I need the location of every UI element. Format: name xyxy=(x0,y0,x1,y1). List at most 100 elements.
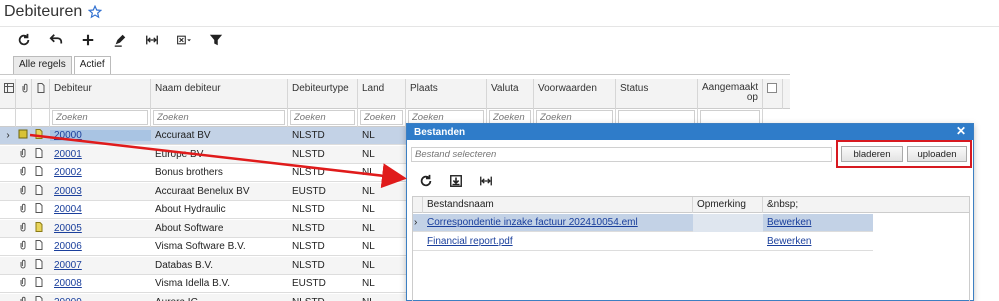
upload-button[interactable]: uploaden xyxy=(907,146,967,162)
debiteur-link[interactable]: 20002 xyxy=(50,167,151,178)
document-icon[interactable] xyxy=(32,221,50,235)
close-icon[interactable]: ✕ xyxy=(955,125,967,138)
land-cell: NL xyxy=(362,278,375,289)
files-table: Bestandsnaam Opmerking &nbsp; › Correspon… xyxy=(412,196,970,301)
debiteur-link[interactable]: 20001 xyxy=(50,149,151,160)
filter-debiteur-input[interactable] xyxy=(52,109,148,125)
paperclip-icon[interactable] xyxy=(16,185,32,198)
edit-link[interactable]: Bewerken xyxy=(763,217,873,228)
select-all-checkbox[interactable] xyxy=(763,79,783,109)
land-cell: NL xyxy=(362,259,375,271)
debiteur-link[interactable]: 20009 xyxy=(50,297,151,301)
tab-bar: Alle regels Actief xyxy=(0,56,113,74)
paperclip-icon[interactable] xyxy=(16,277,32,290)
document-icon[interactable] xyxy=(32,277,50,290)
debiteur-link[interactable]: 20003 xyxy=(50,186,151,197)
naam-cell: Visma Software B.V. xyxy=(155,241,246,252)
file-remark-cell xyxy=(693,213,763,232)
dialog-refresh-button[interactable] xyxy=(411,170,441,192)
type-cell: EUSTD xyxy=(292,278,326,289)
filter-cell xyxy=(151,108,288,127)
col-debiteurtype[interactable]: Debiteurtype xyxy=(288,79,358,109)
file-row[interactable]: › Correspondentie inzake factuur 20241005… xyxy=(413,213,873,232)
paperclip-icon[interactable] xyxy=(16,148,32,161)
col-nbsp[interactable]: &nbsp; xyxy=(763,197,873,213)
document-header-icon xyxy=(32,79,50,109)
export-excel-icon xyxy=(177,35,191,44)
debiteur-link[interactable]: 20008 xyxy=(50,278,151,289)
edit-link[interactable]: Bewerken xyxy=(763,236,873,247)
file-name-link[interactable]: Correspondentie inzake factuur 202410054… xyxy=(423,217,693,228)
grid-settings-icon[interactable] xyxy=(0,79,16,109)
document-icon[interactable] xyxy=(32,184,50,198)
paperclip-icon[interactable] xyxy=(16,203,32,216)
paperclip-icon[interactable] xyxy=(16,296,32,301)
debiteur-link[interactable]: 20005 xyxy=(50,223,151,234)
dialog-title: Bestanden xyxy=(414,126,466,138)
export-excel-button[interactable] xyxy=(168,29,200,51)
naam-cell: Databas B.V. xyxy=(155,259,214,271)
col-voorwaarden[interactable]: Voorwaarden xyxy=(534,79,616,109)
fit-width-icon xyxy=(146,35,158,44)
browse-button[interactable]: bladeren xyxy=(841,146,903,162)
type-cell: NLSTD xyxy=(292,241,325,252)
land-cell: NL xyxy=(358,297,406,301)
document-icon[interactable] xyxy=(32,203,50,216)
col-aangemaakt-op[interactable]: Aangemaakt op xyxy=(698,79,763,109)
star-icon[interactable] xyxy=(88,4,103,19)
document-icon[interactable] xyxy=(32,295,50,301)
col-bestandsnaam[interactable]: Bestandsnaam xyxy=(423,196,693,213)
tab-alle-regels[interactable]: Alle regels xyxy=(13,56,72,74)
file-row[interactable]: Financial report.pdf Bewerken xyxy=(413,233,873,251)
land-cell: NL xyxy=(362,148,375,160)
file-name-link[interactable]: Financial report.pdf xyxy=(423,236,693,247)
dialog-toolbar xyxy=(411,170,501,192)
paperclip-icon[interactable] xyxy=(16,166,32,179)
tab-actief[interactable]: Actief xyxy=(73,56,111,74)
col-debiteur[interactable]: Debiteur xyxy=(50,79,151,109)
page-title: Debiteuren xyxy=(4,2,83,20)
dialog-fit-width-button[interactable] xyxy=(471,170,501,192)
upload-buttons-highlight: bladeren uploaden xyxy=(836,140,972,168)
edit-button[interactable] xyxy=(104,29,136,51)
debiteur-link[interactable]: 20007 xyxy=(50,260,151,271)
document-icon[interactable] xyxy=(32,166,50,179)
attachment-header-icon xyxy=(16,79,32,109)
dialog-download-button[interactable] xyxy=(441,170,471,192)
filter-type-input[interactable] xyxy=(290,109,355,125)
edit-icon xyxy=(114,34,126,47)
fit-width-button[interactable] xyxy=(136,29,168,51)
refresh-button[interactable] xyxy=(8,29,40,51)
refresh-icon xyxy=(420,174,432,187)
header-spacer xyxy=(413,196,423,213)
col-naam-debiteur[interactable]: Naam debiteur xyxy=(151,79,288,109)
add-button[interactable] xyxy=(72,29,104,51)
filter-naam-input[interactable] xyxy=(153,109,285,125)
download-icon xyxy=(450,175,462,187)
files-table-header: Bestandsnaam Opmerking &nbsp; xyxy=(413,196,969,213)
document-icon[interactable] xyxy=(32,147,50,161)
col-opmerking[interactable]: Opmerking xyxy=(693,196,763,213)
naam-cell: Europe BV xyxy=(155,148,204,160)
paperclip-icon[interactable] xyxy=(16,222,32,235)
col-status[interactable]: Status xyxy=(616,79,698,109)
document-icon[interactable] xyxy=(32,129,50,142)
type-cell: NLSTD xyxy=(288,297,358,301)
filter-land-input[interactable] xyxy=(360,109,403,125)
col-valuta[interactable]: Valuta xyxy=(487,79,534,109)
naam-cell: Bonus brothers xyxy=(155,167,223,178)
document-icon[interactable] xyxy=(32,240,50,253)
land-cell: NL xyxy=(362,185,375,197)
paperclip-icon[interactable] xyxy=(16,129,32,142)
paperclip-icon[interactable] xyxy=(16,259,32,272)
debiteur-link[interactable]: 20000 xyxy=(50,130,151,141)
filter-button[interactable] xyxy=(200,29,232,51)
debiteur-link[interactable]: 20006 xyxy=(50,241,151,252)
debiteur-link[interactable]: 20004 xyxy=(50,204,151,215)
paperclip-icon[interactable] xyxy=(16,240,32,253)
document-icon[interactable] xyxy=(32,258,50,272)
col-land[interactable]: Land xyxy=(358,79,406,109)
file-select-input[interactable] xyxy=(411,147,832,162)
col-plaats[interactable]: Plaats xyxy=(406,79,487,109)
undo-button[interactable] xyxy=(40,29,72,51)
